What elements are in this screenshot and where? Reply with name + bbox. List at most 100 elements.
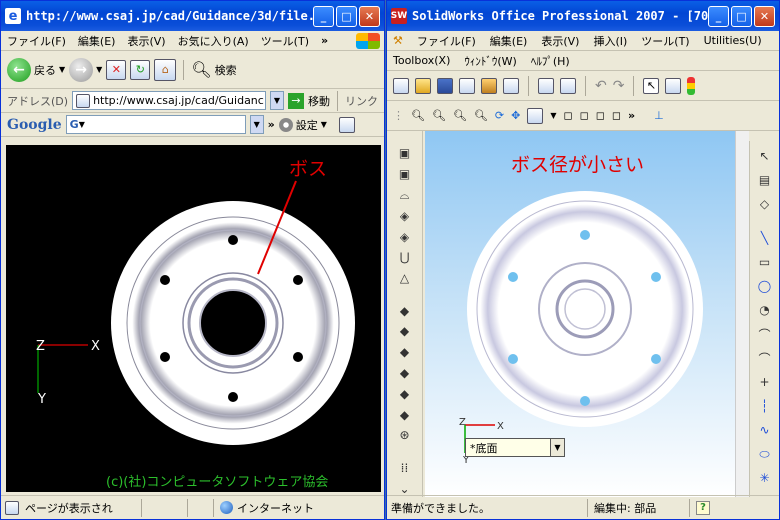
rectangle-icon[interactable]: ▭	[756, 253, 774, 271]
extruded-boss-icon[interactable]: ▣	[396, 145, 414, 162]
home-icon[interactable]: ⌂	[154, 58, 177, 81]
minimize-button[interactable]: _	[708, 5, 729, 27]
more-chevron-icon[interactable]: »	[628, 109, 635, 122]
sw-titlebar[interactable]: SW SolidWorks Office Professional 2007 -…	[387, 1, 779, 31]
refresh-icon[interactable]: ↻	[130, 59, 151, 80]
center-arc-icon[interactable]: ◔	[756, 301, 774, 319]
toolbar-options-icon[interactable]	[338, 116, 355, 133]
close-button[interactable]: ✕	[754, 5, 775, 27]
undo-icon[interactable]: ↶	[595, 78, 607, 94]
circle-icon[interactable]: ◯	[756, 277, 774, 295]
save-icon[interactable]	[437, 77, 453, 94]
ellipse-icon[interactable]: ⬭	[756, 445, 774, 463]
point-icon[interactable]: ✳	[756, 469, 774, 487]
settings-button[interactable]: 設定 ▼	[278, 117, 327, 133]
sw-menu-toolbox[interactable]: Toolbox(X)	[393, 54, 450, 67]
print-preview-icon[interactable]	[459, 77, 475, 94]
print-icon[interactable]	[538, 77, 554, 94]
chevron-down-icon[interactable]: ▼	[550, 111, 556, 120]
address-dropdown-icon[interactable]: ▼	[270, 91, 284, 110]
rotate-icon[interactable]: ⟳	[495, 109, 504, 122]
close-button[interactable]: ✕	[359, 5, 380, 27]
chevron-down-icon[interactable]: ▼	[59, 65, 65, 74]
mirror-icon[interactable]: ◆	[396, 406, 414, 423]
traffic-light-icon[interactable]	[687, 76, 696, 95]
hidden-lines-visible-icon[interactable]: ◻	[580, 109, 589, 122]
view-orientation-select[interactable]: *底面 ▼	[465, 438, 565, 457]
loft-icon[interactable]: ◈	[396, 207, 414, 224]
search-button[interactable]: 🔍︎ 検索	[191, 60, 236, 79]
sw-menu-file[interactable]: ファイル(F)	[417, 33, 476, 49]
extruded-cut-icon[interactable]: ▣	[396, 166, 414, 183]
clipboard-icon[interactable]	[560, 77, 576, 94]
shell-icon[interactable]: ◆	[396, 302, 414, 319]
line-icon[interactable]: ╲	[756, 229, 774, 247]
google-logo[interactable]: Google	[7, 117, 62, 133]
reference-geometry-icon[interactable]: ⊛	[396, 427, 414, 444]
hidden-lines-removed-icon[interactable]: ◻	[596, 109, 605, 122]
menu-tools[interactable]: ツール(T)	[261, 33, 309, 49]
tangent-arc-icon[interactable]: ⌒	[756, 325, 774, 343]
google-search-input[interactable]: G ▼	[65, 115, 246, 134]
minimize-button[interactable]: _	[313, 5, 334, 27]
zoom-in-out-icon[interactable]: 🔍︎	[453, 109, 467, 122]
menu-view[interactable]: 表示(V)	[127, 33, 165, 49]
menu-edit[interactable]: 編集(E)	[78, 33, 116, 49]
menu-favorites[interactable]: お気に入り(A)	[178, 33, 249, 49]
shaded-icon[interactable]: ◻	[612, 109, 621, 122]
coordinate-system-icon[interactable]: ⊥	[654, 109, 664, 122]
hole-wizard-icon[interactable]: ◆	[396, 365, 414, 382]
chevron-down-icon[interactable]: ▼	[79, 120, 85, 129]
go-button[interactable]: 移動	[308, 93, 330, 109]
sketch-edit-icon[interactable]	[665, 77, 682, 94]
options-icon[interactable]	[503, 77, 519, 94]
sw-menu-view[interactable]: 表示(V)	[541, 33, 579, 49]
back-button[interactable]: ← 戻る ▼	[7, 57, 65, 82]
sw-menu-utilities[interactable]: Utilities(U)	[704, 34, 762, 47]
pattern-icon[interactable]: ⁞⁞	[396, 459, 414, 476]
sw-menu-tools[interactable]: ツール(T)	[641, 33, 689, 49]
google-dropdown-icon[interactable]: ▼	[249, 115, 264, 134]
help-icon[interactable]: ?	[689, 498, 710, 517]
three-point-arc-icon[interactable]: ⌒	[756, 349, 774, 367]
standard-views-icon[interactable]	[527, 107, 544, 124]
sketch-fillet-icon[interactable]: +	[756, 373, 774, 391]
select-cursor-icon[interactable]: ↖	[643, 77, 660, 94]
spline-icon[interactable]: ∿	[756, 421, 774, 439]
menu-file[interactable]: ファイル(F)	[7, 33, 66, 49]
select-cursor-icon[interactable]: ↖	[756, 147, 774, 165]
smart-dimension-icon[interactable]: ◇	[756, 195, 774, 213]
maximize-button[interactable]: □	[731, 5, 752, 27]
zoom-area-icon[interactable]: 🔍︎	[432, 109, 446, 122]
more-chevron-icon[interactable]: »	[321, 34, 328, 47]
address-input[interactable]: http://www.csaj.jp/cad/Guidanc	[72, 91, 266, 110]
revolved-boss-icon[interactable]: ⌓	[396, 187, 414, 204]
fillet-icon[interactable]: ⋃	[396, 249, 414, 266]
chamfer-icon[interactable]: △	[396, 270, 414, 287]
linear-pattern-icon[interactable]: ◆	[396, 385, 414, 402]
sw-menu-help[interactable]: ﾍﾙﾌﾟ(H)	[531, 53, 570, 69]
sw-menu-edit[interactable]: 編集(E)	[490, 33, 528, 49]
maximize-button[interactable]: □	[336, 5, 357, 27]
vertical-scrollbar[interactable]	[735, 131, 749, 497]
redo-icon[interactable]: ↷	[613, 78, 625, 94]
go-arrow-icon[interactable]: →	[288, 92, 304, 109]
rebuild-icon[interactable]	[481, 77, 497, 94]
draft-icon[interactable]: ◆	[396, 323, 414, 340]
chevron-down-icon[interactable]: ▼	[550, 439, 564, 456]
sw-menu-insert[interactable]: 挿入(I)	[593, 33, 627, 49]
zoom-selection-icon[interactable]: 🔍︎	[474, 109, 488, 122]
new-icon[interactable]	[393, 77, 409, 94]
stop-icon[interactable]: ✕	[106, 59, 127, 80]
sw-menu-window[interactable]: ｳｨﾝﾄﾞｳ(W)	[464, 53, 516, 69]
ie-titlebar[interactable]: e http://www.csaj.jp/cad/Guidance/3d/fil…	[1, 1, 384, 31]
sketch-icon[interactable]: ▤	[756, 171, 774, 189]
zoom-to-fit-icon[interactable]: 🔍︎	[411, 109, 425, 122]
centerline-icon[interactable]: ┆	[756, 397, 774, 415]
chevron-down-icon[interactable]: ▼	[96, 65, 102, 74]
forward-button[interactable]: → ▼	[69, 57, 102, 82]
more-chevron-icon[interactable]: »	[268, 118, 275, 131]
sw-graphics-area[interactable]: ボス径が小さい X Y Z *底面 ▼	[425, 131, 749, 497]
pan-icon[interactable]: ✥	[511, 109, 520, 122]
sweep-icon[interactable]: ◈	[396, 228, 414, 245]
